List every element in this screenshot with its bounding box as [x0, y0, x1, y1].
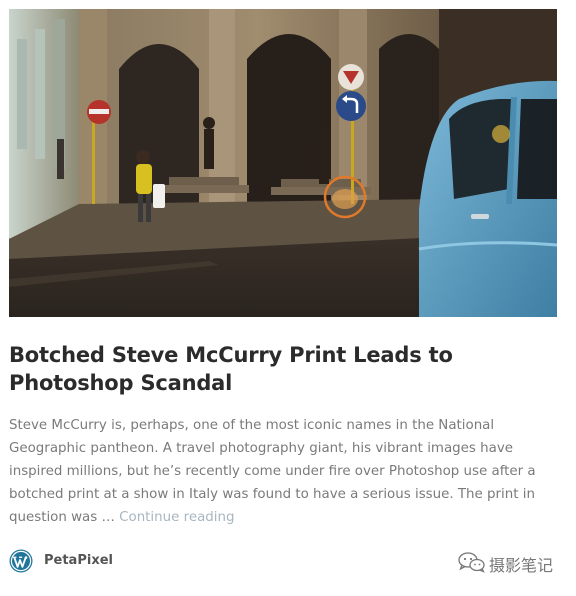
watermark-text: 摄影笔记: [489, 556, 554, 575]
excerpt-text: Steve McCurry is, perhaps, one of the mo…: [9, 418, 536, 525]
continue-reading-link[interactable]: Continue reading: [119, 510, 234, 525]
source-name-link[interactable]: PetaPixel: [44, 553, 113, 568]
wordpress-icon: [9, 549, 33, 573]
featured-image[interactable]: [9, 9, 557, 317]
post-footer: PetaPixel 摄影笔记: [9, 548, 559, 575]
post-excerpt: Steve McCurry is, perhaps, one of the mo…: [9, 414, 561, 529]
post-title[interactable]: Botched Steve McCurry Print Leads to Pho…: [9, 341, 557, 397]
wechat-icon: [457, 551, 487, 573]
